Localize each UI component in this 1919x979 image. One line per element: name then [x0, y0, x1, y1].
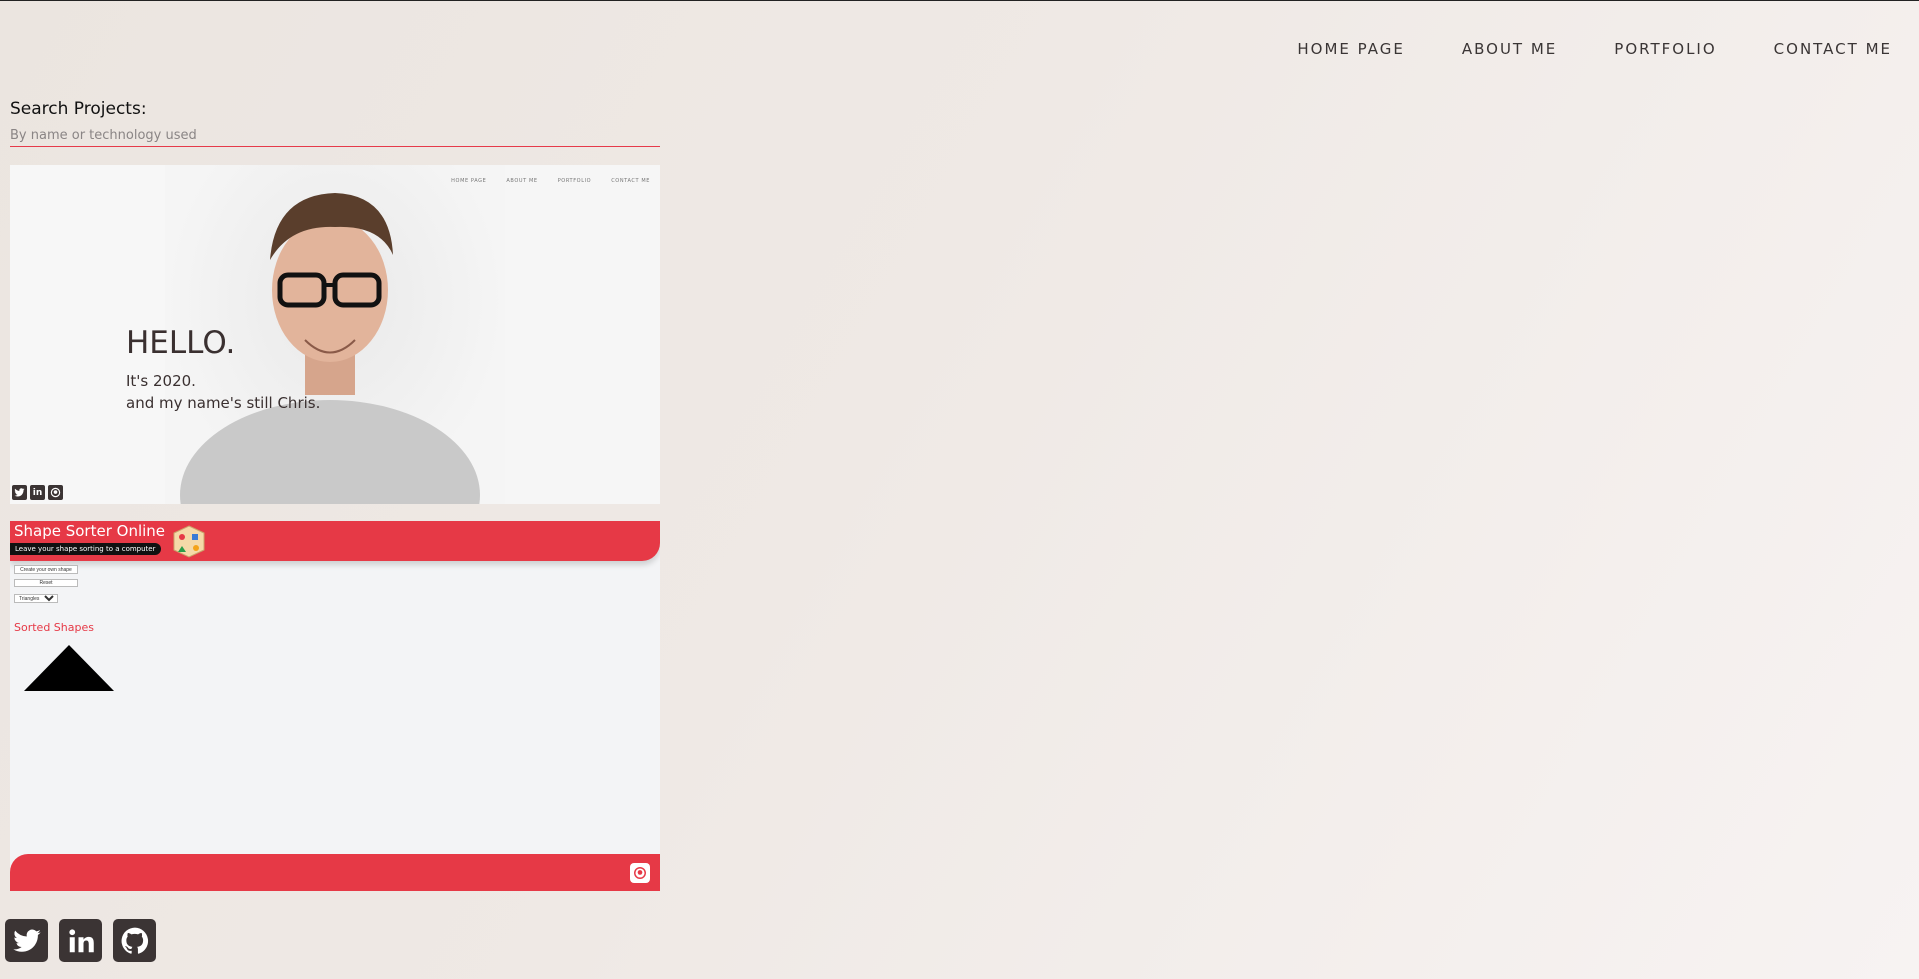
project-card-portfolio[interactable]: HOME PAGE ABOUT ME PORTFOLIO CONTACT ME …	[10, 165, 660, 504]
search-input[interactable]	[10, 124, 660, 147]
preview-header: Shape Sorter Online Leave your shape sor…	[10, 521, 660, 561]
project-card-shape-sorter[interactable]: Shape Sorter Online Leave your shape sor…	[10, 521, 660, 891]
nav-portfolio[interactable]: PORTFOLIO	[1614, 40, 1716, 58]
preview-nav-item: CONTACT ME	[611, 178, 650, 184]
preview-shape-select: Triangles	[14, 594, 58, 603]
social-links	[5, 919, 156, 962]
shape-cube-icon	[172, 524, 206, 558]
nav-home-page[interactable]: HOME PAGE	[1297, 40, 1404, 58]
preview-create-shape-button: Create your own shape	[14, 565, 78, 574]
top-border	[0, 0, 1919, 1]
nav-about-me[interactable]: ABOUT ME	[1462, 40, 1557, 58]
preview-footer	[10, 854, 660, 891]
github-icon[interactable]	[113, 919, 156, 962]
triangle-shape	[24, 645, 114, 691]
linkedin-icon[interactable]	[59, 919, 102, 962]
preview-nav-item: ABOUT ME	[506, 178, 538, 184]
preview-nav-item: PORTFOLIO	[557, 178, 592, 184]
nav-contact-me[interactable]: CONTACT ME	[1774, 40, 1892, 58]
twitter-icon	[12, 485, 27, 500]
preview-nav: HOME PAGE ABOUT ME PORTFOLIO CONTACT ME	[451, 178, 650, 184]
preview-nav-item: HOME PAGE	[451, 178, 487, 184]
preview-subtext: It's 2020. and my name's still Chris.	[126, 370, 320, 414]
linkedin-icon: in	[30, 485, 45, 500]
preview-heading: HELLO.	[126, 325, 236, 361]
preview-line-1: It's 2020.	[126, 372, 196, 390]
github-icon	[48, 485, 63, 500]
preview-title: Shape Sorter Online	[14, 522, 166, 540]
preview-tagline: Leave your shape sorting to a computer	[10, 543, 161, 555]
preview-section-title: Sorted Shapes	[14, 621, 94, 634]
twitter-icon[interactable]	[5, 919, 48, 962]
search-label: Search Projects:	[10, 99, 147, 119]
preview-line-2: and my name's still Chris.	[126, 394, 321, 412]
preview-social-icons: in	[12, 485, 63, 500]
main-nav: HOME PAGE ABOUT ME PORTFOLIO CONTACT ME	[1297, 40, 1892, 58]
github-icon	[630, 863, 650, 883]
preview-reset-button: Reset	[14, 579, 78, 587]
